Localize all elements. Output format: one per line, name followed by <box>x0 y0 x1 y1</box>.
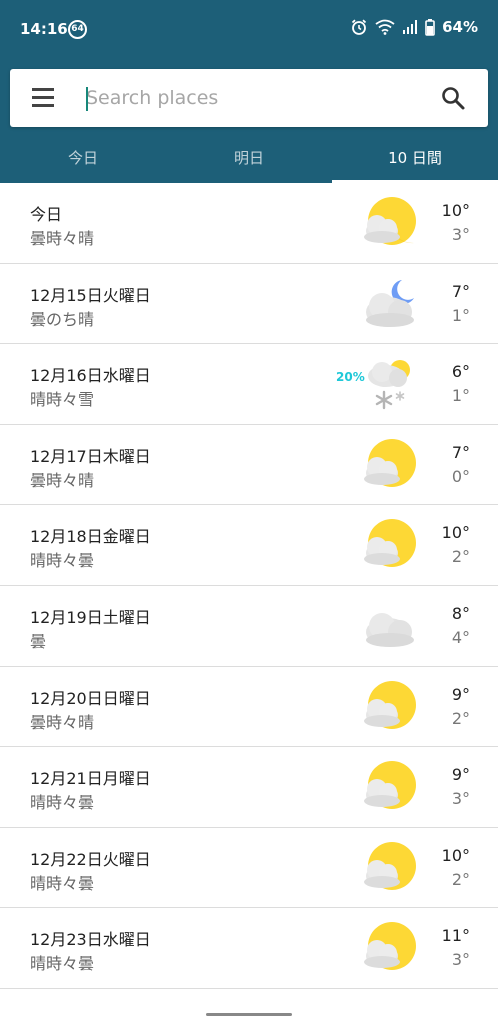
forecast-row[interactable]: 12月20日日曜日 曇時々晴 9° 2° <box>0 667 498 748</box>
forecast-condition: 曇 <box>30 631 47 651</box>
sun-behind-cloud-icon <box>364 761 416 810</box>
forecast-date: 12月23日水曜日 <box>30 930 151 950</box>
sun-behind-cloud-icon <box>364 438 416 487</box>
sun-behind-cloud-icon <box>364 519 416 568</box>
search-bar <box>10 69 488 127</box>
forecast-date: 12月19日土曜日 <box>30 607 151 627</box>
forecast-high: 7° <box>451 442 470 462</box>
forecast-low: 1° <box>451 305 470 325</box>
navigation-gesture-bar[interactable] <box>206 1013 292 1016</box>
forecast-high: 10° <box>441 523 470 543</box>
forecast-row[interactable]: 12月16日水曜日 晴時々雪 20% 6° 1° <box>0 344 498 425</box>
forecast-row[interactable]: 12月22日火曜日 晴時々曇 10° 2° <box>0 828 498 909</box>
forecast-row[interactable]: 12月15日火曜日 曇のち晴 7° 1° <box>0 264 498 345</box>
sun-behind-cloud-icon <box>364 922 416 971</box>
forecast-low: 2° <box>451 547 470 567</box>
forecast-date: 12月15日火曜日 <box>30 285 151 305</box>
forecast-row[interactable]: 今日 曇時々晴 10° 3° <box>0 183 498 264</box>
wifi-icon <box>375 19 395 35</box>
forecast-date: 12月17日木曜日 <box>30 446 151 466</box>
forecast-condition: 曇のち晴 <box>30 309 95 329</box>
alarm-icon <box>351 19 367 35</box>
forecast-date: 12月20日日曜日 <box>30 688 151 708</box>
search-input[interactable] <box>86 81 426 115</box>
forecast-date: 今日 <box>30 205 63 224</box>
status-icons: 64% <box>350 18 478 36</box>
forecast-condition: 晴時々雪 <box>30 390 95 410</box>
forecast-low: 2° <box>451 708 470 728</box>
status-bar: 14:16 64 64% <box>0 0 498 58</box>
cloud-icon <box>366 612 414 647</box>
forecast-condition: 曇時々晴 <box>30 712 95 732</box>
forecast-high: 9° <box>451 684 470 704</box>
signal-icon <box>403 20 418 34</box>
forecast-low: 0° <box>451 466 470 486</box>
forecast-high: 9° <box>451 765 470 785</box>
forecast-low: 3° <box>451 225 470 244</box>
hamburger-menu-icon[interactable] <box>32 88 56 108</box>
forecast-condition: 曇時々晴 <box>30 470 95 490</box>
forecast-high: 8° <box>451 603 470 623</box>
forecast-row[interactable]: 12月17日木曜日 曇時々晴 7° 0° <box>0 425 498 506</box>
sun-behind-cloud-icon <box>364 197 416 245</box>
tab-bar: 今日 明日 10 日間 <box>0 130 498 183</box>
tab-today[interactable]: 今日 <box>0 130 166 183</box>
forecast-condition: 晴時々曇 <box>30 551 95 571</box>
forecast-low: 1° <box>451 386 470 406</box>
search-icon[interactable] <box>440 85 466 111</box>
sun-behind-cloud-icon <box>364 680 416 729</box>
text-cursor <box>86 87 88 111</box>
forecast-high: 7° <box>451 281 470 301</box>
tab-10-day[interactable]: 10 日間 <box>332 130 498 183</box>
snow-cloud-icon <box>368 360 410 410</box>
app-header: 14:16 64 64% Search places 今日 明日 10 日間 <box>0 0 498 183</box>
status-time: 14:16 <box>20 20 68 38</box>
forecast-date: 12月21日月曜日 <box>30 769 151 789</box>
forecast-condition: 晴時々曇 <box>30 954 95 974</box>
forecast-row[interactable]: 12月19日土曜日 曇 8° 4° <box>0 586 498 667</box>
notification-badge: 64 <box>68 20 87 39</box>
forecast-high: 10° <box>441 201 470 220</box>
forecast-list: 今日 曇時々晴 10° 3° 12月15日火曜日 曇のち晴 7° 1° 12月1… <box>0 183 498 989</box>
battery-icon <box>425 18 435 36</box>
forecast-date: 12月18日金曜日 <box>30 527 151 547</box>
forecast-row[interactable]: 12月23日水曜日 晴時々曇 11° 3° <box>0 908 498 989</box>
forecast-row[interactable]: 12月21日月曜日 晴時々曇 9° 3° <box>0 747 498 828</box>
forecast-low: 4° <box>451 627 470 647</box>
forecast-high: 6° <box>451 362 470 382</box>
forecast-date: 12月16日水曜日 <box>30 366 151 386</box>
sun-behind-cloud-icon <box>364 841 416 890</box>
forecast-row[interactable]: 12月18日金曜日 晴時々曇 10° 2° <box>0 505 498 586</box>
forecast-low: 2° <box>451 869 470 889</box>
battery-percent: 64% <box>442 18 478 36</box>
forecast-high: 11° <box>441 926 470 946</box>
forecast-condition: 晴時々曇 <box>30 873 95 893</box>
forecast-condition: 晴時々曇 <box>30 793 95 813</box>
moon-cloud-icon <box>366 279 414 327</box>
forecast-low: 3° <box>451 950 470 970</box>
forecast-high: 10° <box>441 845 470 865</box>
forecast-low: 3° <box>451 789 470 809</box>
forecast-date: 12月22日火曜日 <box>30 849 151 869</box>
tab-tomorrow[interactable]: 明日 <box>166 130 332 183</box>
forecast-condition: 曇時々晴 <box>30 229 95 248</box>
